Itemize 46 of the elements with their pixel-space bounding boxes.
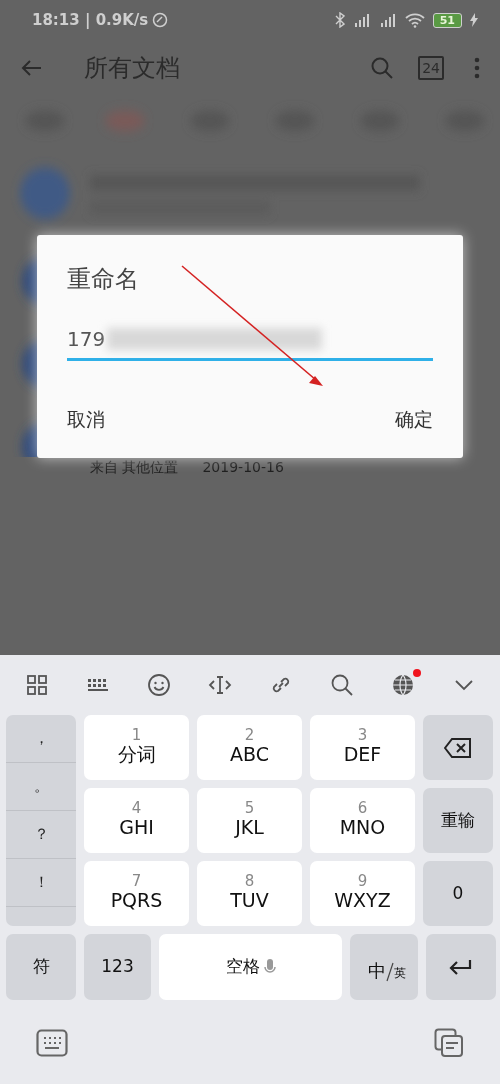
key-button[interactable]: 1 分词 [84,715,189,780]
backspace-key[interactable] [423,715,493,780]
cursor-icon[interactable] [207,673,232,697]
key-button[interactable]: 7 PQRS [84,861,189,926]
enter-icon [449,958,473,976]
dialog-title: 重命名 [67,264,140,295]
key-button[interactable]: 3 DEF [310,715,415,780]
signal-icon [378,12,397,28]
punctuation-key[interactable]: ！ [6,859,76,907]
language-key[interactable]: 中 英 [350,934,418,1000]
globe-icon[interactable] [390,673,415,698]
page-title: 所有文档 [84,52,180,84]
keyboard-icon[interactable] [36,1029,68,1057]
emoji-icon[interactable] [146,673,171,697]
clipboard-icon[interactable] [434,1028,464,1058]
file-date: 2019-10-16 [202,457,284,477]
key-button[interactable]: 8 TUV [197,861,302,926]
microphone-icon [263,958,276,976]
key-button[interactable]: 6 MNO [310,788,415,853]
status-time: 18:13 | 0.9K/s [32,9,149,31]
backspace-icon [444,736,472,759]
more-icon[interactable] [474,56,480,79]
punctuation-key[interactable]: ， [6,715,76,763]
key-button[interactable]: 9 WXYZ [310,861,415,926]
slash-icon [386,962,394,982]
confirm-button[interactable]: 确定 [385,397,443,442]
file-source: 来自 其他位置 [90,457,179,477]
search-icon[interactable] [329,673,354,697]
reenter-key[interactable]: 重输 [423,788,493,853]
apps-icon[interactable] [24,673,49,697]
key-button[interactable]: 2 ABC [197,715,302,780]
symbol-key[interactable]: 符 [6,934,76,1000]
charging-icon [470,13,478,27]
battery-indicator: 51 [432,12,462,28]
bluetooth-icon [334,12,345,28]
key-button[interactable]: 5 JKL [197,788,302,853]
space-key[interactable]: 空格 [159,934,342,1000]
punctuation-key[interactable]: ？ [6,811,76,859]
zero-key[interactable]: 0 [423,861,493,926]
key-button[interactable]: 4 GHI [84,788,189,853]
signal-icon [352,12,371,28]
punctuation-key[interactable]: 。 [6,763,76,811]
wifi-icon [404,12,425,28]
symbol-key[interactable]: 123 [84,934,151,1000]
name-field[interactable]: 179 [67,319,433,361]
cancel-button[interactable]: 取消 [57,397,115,442]
